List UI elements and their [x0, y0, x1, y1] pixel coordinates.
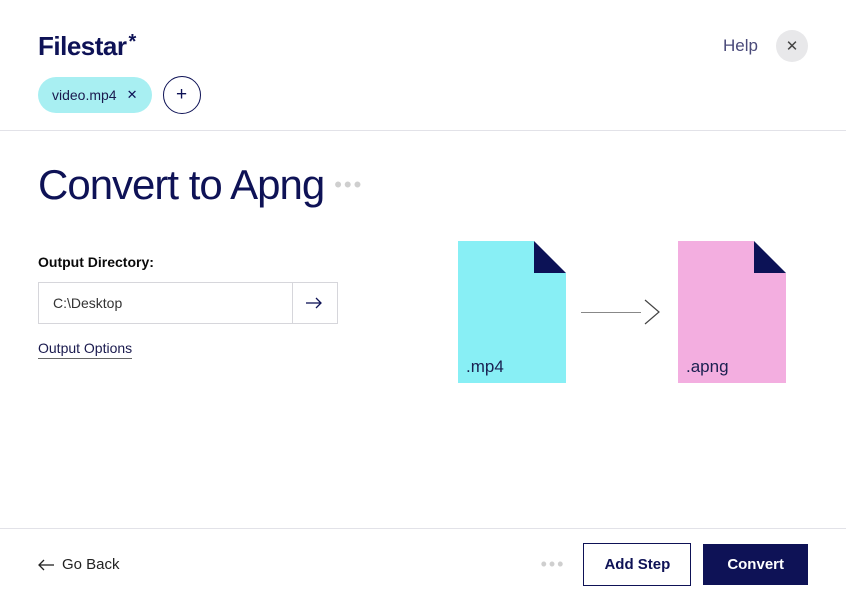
conversion-visual: .mp4 .apng: [458, 241, 786, 383]
help-link[interactable]: Help: [723, 36, 758, 56]
conversion-arrow: [581, 296, 663, 328]
close-icon: ✕: [786, 37, 799, 55]
page-title: Convert to Apng •••: [38, 161, 378, 209]
arrow-left-icon: [38, 559, 54, 571]
logo-star: *: [129, 31, 136, 53]
file-chip-bar: video.mp4 ✕ +: [0, 62, 846, 130]
target-file-icon: .apng: [678, 241, 786, 383]
go-back-label: Go Back: [62, 556, 120, 573]
file-chip-name: video.mp4: [52, 87, 117, 103]
logo-text: Filestar: [38, 31, 127, 61]
add-file-button[interactable]: +: [163, 76, 201, 114]
more-icon[interactable]: •••: [334, 172, 363, 198]
page-title-text: Convert to Apng: [38, 161, 324, 209]
add-step-button[interactable]: Add Step: [583, 543, 691, 586]
source-file-ext: .mp4: [466, 357, 504, 377]
arrow-right-icon: [641, 296, 663, 328]
file-fold-icon: [754, 241, 786, 273]
target-file-ext: .apng: [686, 357, 729, 377]
close-icon: ✕: [127, 87, 138, 102]
output-options-link[interactable]: Output Options: [38, 340, 132, 359]
close-button[interactable]: ✕: [776, 30, 808, 62]
more-icon[interactable]: •••: [541, 554, 566, 575]
app-logo: Filestar*: [38, 31, 136, 62]
output-directory-label: Output Directory:: [38, 254, 378, 270]
plus-icon: +: [176, 84, 187, 106]
go-back-button[interactable]: Go Back: [38, 556, 120, 573]
file-chip[interactable]: video.mp4 ✕: [38, 77, 152, 113]
output-directory-input[interactable]: [38, 282, 292, 324]
source-file-icon: .mp4: [458, 241, 566, 383]
output-directory-browse-button[interactable]: [292, 282, 338, 324]
output-directory-group: [38, 282, 338, 324]
convert-button[interactable]: Convert: [703, 544, 808, 585]
file-fold-icon: [534, 241, 566, 273]
arrow-line-icon: [581, 312, 641, 313]
file-chip-remove-button[interactable]: ✕: [127, 87, 138, 103]
arrow-right-icon: [306, 296, 324, 310]
